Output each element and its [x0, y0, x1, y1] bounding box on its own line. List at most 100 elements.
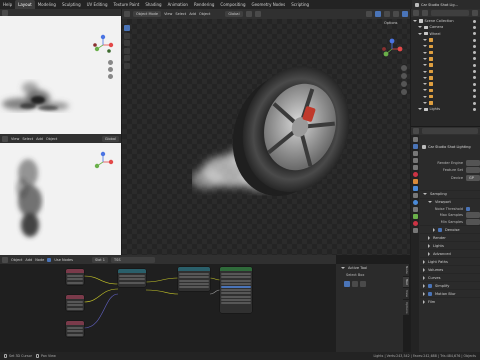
menu-select[interactable]: Select [175, 12, 186, 16]
scene-properties-icon[interactable] [412, 165, 418, 170]
overlays-icon[interactable] [375, 11, 381, 17]
expand-icon[interactable] [418, 32, 422, 35]
zoom-icon-main[interactable] [401, 65, 407, 71]
visibility-eye-icon[interactable] [473, 101, 476, 105]
rendered-shading-icon[interactable] [402, 11, 408, 17]
modifier-properties-icon[interactable] [412, 186, 418, 191]
visibility-eye-icon[interactable] [473, 25, 476, 29]
tab-sculpting[interactable]: Sculpting [59, 0, 84, 9]
feature-set-dropdown[interactable] [466, 167, 480, 174]
viewport-canvas[interactable]: Options [122, 19, 410, 255]
tab-animation[interactable]: Animation [165, 0, 191, 9]
render-engine-dropdown[interactable] [466, 159, 480, 166]
panel-section-header[interactable]: Viewport [420, 197, 480, 206]
tab-shading[interactable]: Shading [142, 0, 164, 9]
expand-icon[interactable] [423, 39, 427, 42]
menu-view[interactable]: View [164, 12, 172, 16]
menu-select-small[interactable]: Select [22, 137, 33, 141]
properties-search[interactable] [422, 128, 478, 134]
tab-compositing[interactable]: Compositing [217, 0, 248, 9]
tab-geometry-nodes[interactable]: Geometry Nodes [248, 0, 288, 9]
menu-help[interactable]: Help [0, 0, 15, 9]
expand-icon[interactable] [423, 89, 427, 92]
expand-icon[interactable] [423, 70, 427, 73]
expand-icon[interactable] [423, 45, 427, 48]
zoom-icon[interactable] [108, 60, 113, 65]
panel-section-header[interactable]: Advanced [420, 249, 480, 257]
expand-icon[interactable] [423, 51, 427, 54]
material-name-field[interactable]: TSS [111, 256, 155, 263]
pan-icon[interactable] [108, 67, 113, 72]
menu-node-object[interactable]: Object [11, 258, 22, 262]
transform-orientation[interactable]: Global [225, 11, 243, 17]
menu-node-add[interactable]: Add [25, 258, 32, 262]
menu-add-small[interactable]: Add [36, 137, 43, 141]
sampling-field[interactable] [466, 212, 480, 219]
visibility-eye-icon[interactable] [473, 38, 476, 42]
outliner-row[interactable]: Lights [411, 106, 480, 112]
panel-section-header[interactable]: Render [420, 233, 480, 241]
visibility-eye-icon[interactable] [473, 107, 476, 111]
object-properties-icon[interactable] [412, 179, 418, 184]
tool-settings-icon[interactable] [412, 137, 418, 142]
expand-icon[interactable] [423, 76, 427, 79]
display-mode-icon[interactable] [422, 10, 428, 16]
use-nodes-checkbox[interactable] [47, 257, 52, 262]
panel-section-header[interactable]: Simplify [420, 281, 480, 289]
panel-section-header[interactable]: Curves [420, 273, 480, 281]
output-properties-icon[interactable] [412, 151, 418, 156]
material-properties-icon[interactable] [412, 221, 418, 226]
visibility-icon[interactable] [366, 11, 372, 17]
visibility-eye-icon[interactable] [473, 95, 476, 99]
perspective-icon[interactable] [401, 89, 407, 95]
editor-type-icon-main[interactable] [124, 11, 130, 17]
physics-properties-icon[interactable] [412, 200, 418, 205]
visibility-eye-icon[interactable] [473, 70, 476, 74]
cursor-tool-icon[interactable] [124, 32, 130, 39]
select-tool-icon[interactable] [124, 25, 130, 31]
visibility-eye-icon[interactable] [473, 88, 476, 92]
world-properties-icon[interactable] [412, 172, 418, 177]
select-extend-icon[interactable] [352, 281, 358, 287]
tab-node[interactable]: Node [403, 264, 409, 277]
select-new-icon[interactable] [344, 281, 350, 287]
visibility-eye-icon[interactable] [473, 44, 476, 48]
panel-section-header[interactable]: Denoise [420, 225, 480, 233]
editor-type-icon-outliner[interactable] [413, 10, 419, 16]
section-checkbox[interactable] [428, 283, 432, 288]
rotate-tool-icon[interactable] [124, 47, 130, 54]
image-texture-node-1[interactable] [66, 269, 84, 285]
expand-icon[interactable] [418, 26, 422, 29]
panel-section-header[interactable]: Light Paths [420, 257, 480, 265]
tab-rendering[interactable]: Rendering [191, 0, 217, 9]
render-properties-icon[interactable] [412, 144, 418, 149]
texture-properties-icon[interactable] [412, 228, 418, 233]
tab-scripting[interactable]: Scripting [288, 0, 312, 9]
filter-icon[interactable] [472, 10, 478, 16]
menu-object[interactable]: Object [199, 12, 210, 16]
sampling-field[interactable] [466, 218, 480, 225]
principled-bsdf-node[interactable] [220, 267, 252, 313]
mapping-node[interactable] [118, 269, 146, 287]
expand-icon[interactable] [423, 102, 427, 104]
proportional-edit-icon[interactable] [254, 11, 261, 17]
visibility-eye-icon[interactable] [473, 82, 476, 86]
smoke-preview-bottom[interactable] [0, 143, 121, 255]
xray-icon[interactable] [384, 11, 390, 17]
menu-object-small[interactable]: Object [46, 137, 57, 141]
tab-tool[interactable]: Tool [403, 276, 409, 288]
navigation-gizmo-main[interactable] [380, 37, 404, 61]
tab-modeling[interactable]: Modeling [35, 0, 59, 9]
data-properties-icon[interactable] [412, 214, 418, 219]
editor-type-icon-properties[interactable] [413, 128, 419, 134]
scene-selector[interactable]: Car Studio Shot Lig... [412, 0, 480, 9]
camera-view-icon[interactable] [401, 81, 407, 87]
panel-section-header[interactable]: Sampling [420, 189, 480, 198]
snap-icon[interactable] [245, 11, 252, 17]
noise-threshold-checkbox[interactable] [466, 206, 470, 211]
expand-icon[interactable] [423, 83, 427, 86]
mode-selector[interactable]: Object Mode [133, 11, 162, 17]
particle-properties-icon[interactable] [412, 193, 418, 198]
tab-view[interactable]: View [403, 287, 409, 300]
select-subtract-icon[interactable] [360, 281, 366, 287]
